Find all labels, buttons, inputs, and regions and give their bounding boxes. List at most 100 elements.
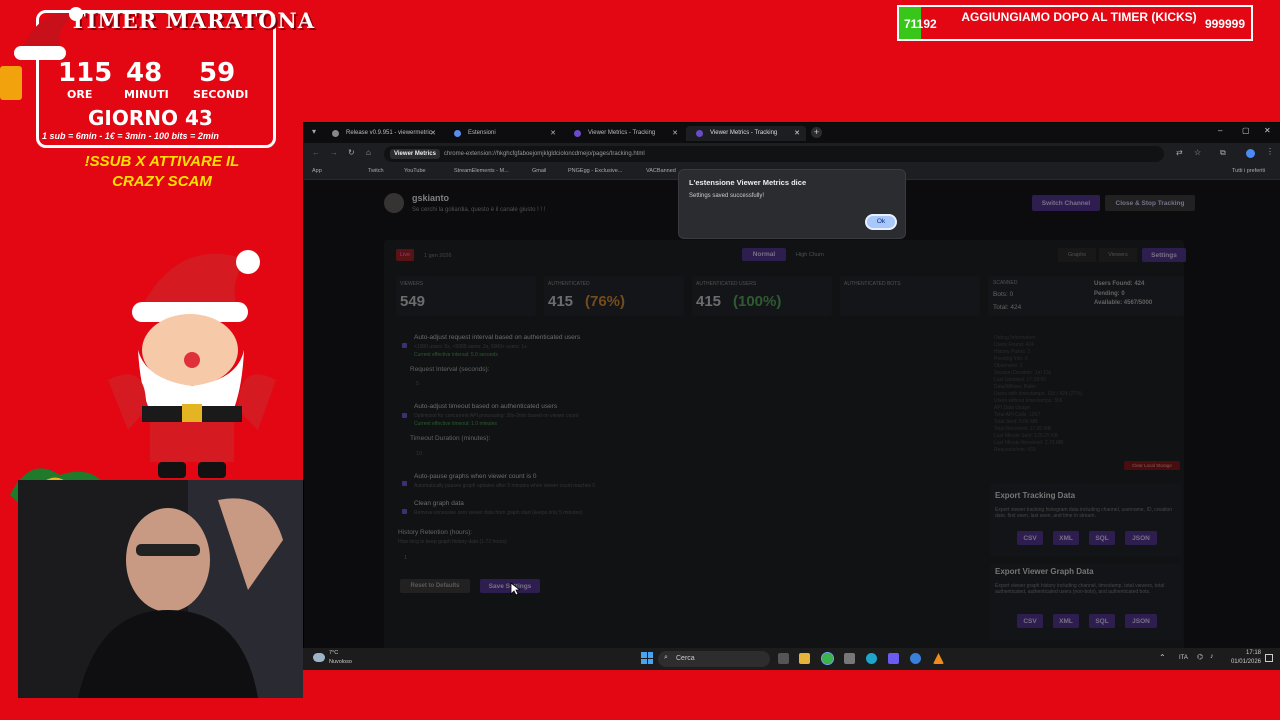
tab-extensions[interactable]: Estensioni ✕ bbox=[444, 126, 562, 141]
close-window-button[interactable]: ✕ bbox=[1264, 126, 1271, 135]
tab-viewer-metrics-1[interactable]: Viewer Metrics - Tracking ✕ bbox=[564, 126, 684, 141]
address-bar[interactable]: Viewer Metrics chrome-extension://hkghcfg… bbox=[384, 146, 1164, 162]
export-tracking-csv-button[interactable]: CSV bbox=[1017, 531, 1043, 545]
auto-pause-checkbox[interactable] bbox=[402, 473, 407, 491]
tab-viewer-metrics-2[interactable]: Viewer Metrics - Tracking ✕ bbox=[686, 126, 806, 141]
export-graph-xml-button[interactable]: XML bbox=[1053, 614, 1079, 628]
bookmark-pngegg[interactable]: PNGEgg - Exclusive... bbox=[568, 168, 622, 174]
timeout-duration-input[interactable]: 10 bbox=[410, 448, 620, 460]
bookmark-star-icon[interactable]: ☆ bbox=[1194, 148, 1201, 157]
chrome-icon[interactable] bbox=[821, 652, 834, 665]
clean-graph-checkbox[interactable] bbox=[402, 501, 407, 519]
tab-viewers[interactable]: Viewers bbox=[1099, 248, 1137, 262]
bookmark-youtube[interactable]: YouTube bbox=[404, 168, 426, 174]
bookmark-vacbanned[interactable]: VACBanned bbox=[646, 168, 676, 174]
promo-text: !SSUB X ATTIVARE IL CRAZY SCAM bbox=[84, 153, 240, 190]
tab-graphs[interactable]: Graphs bbox=[1058, 248, 1096, 262]
clear-local-storage-button[interactable]: Clear Local Storage bbox=[1124, 461, 1180, 470]
browser-window: ▾ Release v0.9.951 - viewermetric ✕ Esten… bbox=[303, 122, 1280, 660]
maximize-button[interactable]: ▢ bbox=[1242, 126, 1250, 135]
close-stop-tracking-button[interactable]: Close & Stop Tracking bbox=[1105, 195, 1195, 211]
file-explorer-icon[interactable] bbox=[799, 653, 810, 664]
export-tracking-xml-button[interactable]: XML bbox=[1053, 531, 1079, 545]
url-text: chrome-extension://hkghcfgfaboejomjklgld… bbox=[443, 151, 645, 157]
request-interval-input[interactable]: 5 bbox=[410, 378, 620, 390]
extensions-icon[interactable]: ⧉ bbox=[1220, 148, 1226, 158]
export-tracking-json-button[interactable]: JSON bbox=[1125, 531, 1157, 545]
search-icon: ⌕ bbox=[664, 654, 668, 661]
network-icon[interactable]: ⌬ bbox=[1197, 653, 1203, 661]
weather-temp: 7°C bbox=[329, 650, 339, 656]
export-tracking-sql-button[interactable]: SQL bbox=[1089, 531, 1115, 545]
current-interval: Current effective interval: 5.0 seconds bbox=[414, 352, 498, 358]
taskbar-search[interactable]: ⌕ Cerca bbox=[658, 651, 770, 667]
debug-line: Last Minute Received: 2.73 MB bbox=[994, 440, 1064, 446]
weather-desc: Nuvoloso bbox=[329, 659, 352, 665]
channel-name: gskianto bbox=[412, 193, 450, 203]
auto-timeout-hint: Optimized for concurrent API processing:… bbox=[414, 413, 579, 419]
mode-normal-toggle[interactable]: Normal bbox=[742, 248, 786, 261]
debug-line: Last Minute Sent: 129.25 KB bbox=[994, 433, 1058, 439]
viewers-value: 549 bbox=[400, 293, 426, 310]
switch-channel-button[interactable]: Switch Channel bbox=[1032, 195, 1100, 211]
authenticated-value: 415 bbox=[548, 293, 574, 310]
export-graph-sql-button[interactable]: SQL bbox=[1089, 614, 1115, 628]
clock-time[interactable]: 17:18 bbox=[1227, 650, 1261, 656]
home-icon[interactable]: ⌂ bbox=[366, 148, 371, 157]
bookmark-gmail[interactable]: Gmail bbox=[532, 168, 546, 174]
back-icon[interactable]: ← bbox=[312, 148, 320, 157]
export-graph-desc: Export viewer graph history including ch… bbox=[995, 583, 1165, 595]
discord-icon[interactable] bbox=[888, 653, 899, 664]
auto-timeout-label: Auto-adjust timeout based on authenticat… bbox=[414, 403, 558, 410]
mode-high-churn-toggle[interactable]: High Churn bbox=[796, 252, 824, 258]
bookmark-twitch[interactable]: Twitch bbox=[368, 168, 384, 174]
debug-info: Debug Information: Users Found: 424 Hist… bbox=[994, 335, 1174, 454]
notification-icon[interactable] bbox=[1265, 654, 1273, 662]
menu-icon[interactable]: ⋮ bbox=[1266, 147, 1274, 156]
tray-chevron-icon[interactable]: ⌃ bbox=[1159, 653, 1166, 662]
clock-date[interactable]: 01/01/2026 bbox=[1217, 659, 1261, 665]
profile-avatar[interactable] bbox=[1246, 149, 1255, 158]
tab-search-icon[interactable]: ▾ bbox=[312, 127, 316, 136]
bookmark-streamelements[interactable]: StreamElements - M... bbox=[454, 168, 509, 174]
users-found: Users Found: 424 bbox=[1094, 281, 1145, 287]
viewers-label: VIEWERS bbox=[400, 281, 424, 287]
history-retention-label: History Retention (hours): bbox=[398, 529, 473, 536]
clean-graph-hint: Remove excessive zero viewer data from g… bbox=[414, 510, 583, 516]
minimize-button[interactable]: – bbox=[1218, 126, 1222, 135]
dialog-ok-button[interactable]: Ok bbox=[865, 214, 897, 230]
timer-seconds-label: SECONDI bbox=[193, 88, 249, 101]
available-count: Available: 4567/5000 bbox=[1094, 300, 1153, 306]
auto-interval-checkbox[interactable] bbox=[402, 335, 407, 353]
weather-cloud-icon[interactable] bbox=[313, 653, 325, 662]
forward-icon[interactable]: → bbox=[330, 148, 338, 157]
authenticated-percent: (76%) bbox=[585, 293, 626, 310]
network-app-icon[interactable] bbox=[910, 653, 921, 664]
export-graph-title: Export Viewer Graph Data bbox=[995, 567, 1094, 576]
vlc-icon[interactable] bbox=[933, 653, 944, 664]
app-icon[interactable] bbox=[844, 653, 855, 664]
reload-icon[interactable]: ↻ bbox=[348, 148, 355, 157]
gift-icon bbox=[0, 66, 22, 100]
clean-graph-label: Clean graph data bbox=[414, 500, 464, 507]
address-toolbar: ← → ↻ ⌂ Viewer Metrics chrome-extension:/… bbox=[304, 143, 1280, 165]
translate-icon[interactable]: ⇄ bbox=[1176, 148, 1183, 157]
tab-release[interactable]: Release v0.9.951 - viewermetric ✕ bbox=[322, 126, 442, 141]
history-retention-input[interactable]: 1 bbox=[398, 552, 628, 564]
authenticated-users-label: AUTHENTICATED USERS bbox=[696, 281, 757, 287]
volume-icon[interactable]: ♪ bbox=[1210, 653, 1214, 660]
timer-hours-label: ORE bbox=[67, 88, 93, 101]
reset-defaults-button[interactable]: Reset to Defaults bbox=[400, 579, 470, 593]
export-graph-csv-button[interactable]: CSV bbox=[1017, 614, 1043, 628]
edge-icon[interactable] bbox=[866, 653, 877, 664]
export-graph-json-button[interactable]: JSON bbox=[1125, 614, 1157, 628]
auto-timeout-checkbox[interactable] bbox=[402, 405, 407, 423]
language-indicator[interactable]: ITA bbox=[1179, 655, 1188, 661]
bookmark-apps[interactable]: App bbox=[312, 168, 322, 174]
live-badge: Live bbox=[396, 249, 414, 261]
tab-settings[interactable]: Settings bbox=[1142, 248, 1186, 262]
task-view-icon[interactable] bbox=[778, 653, 789, 664]
new-tab-button[interactable]: + bbox=[811, 127, 822, 138]
windows-start-icon[interactable] bbox=[641, 652, 653, 664]
bookmark-all[interactable]: Tutti i preferiti bbox=[1232, 168, 1265, 174]
